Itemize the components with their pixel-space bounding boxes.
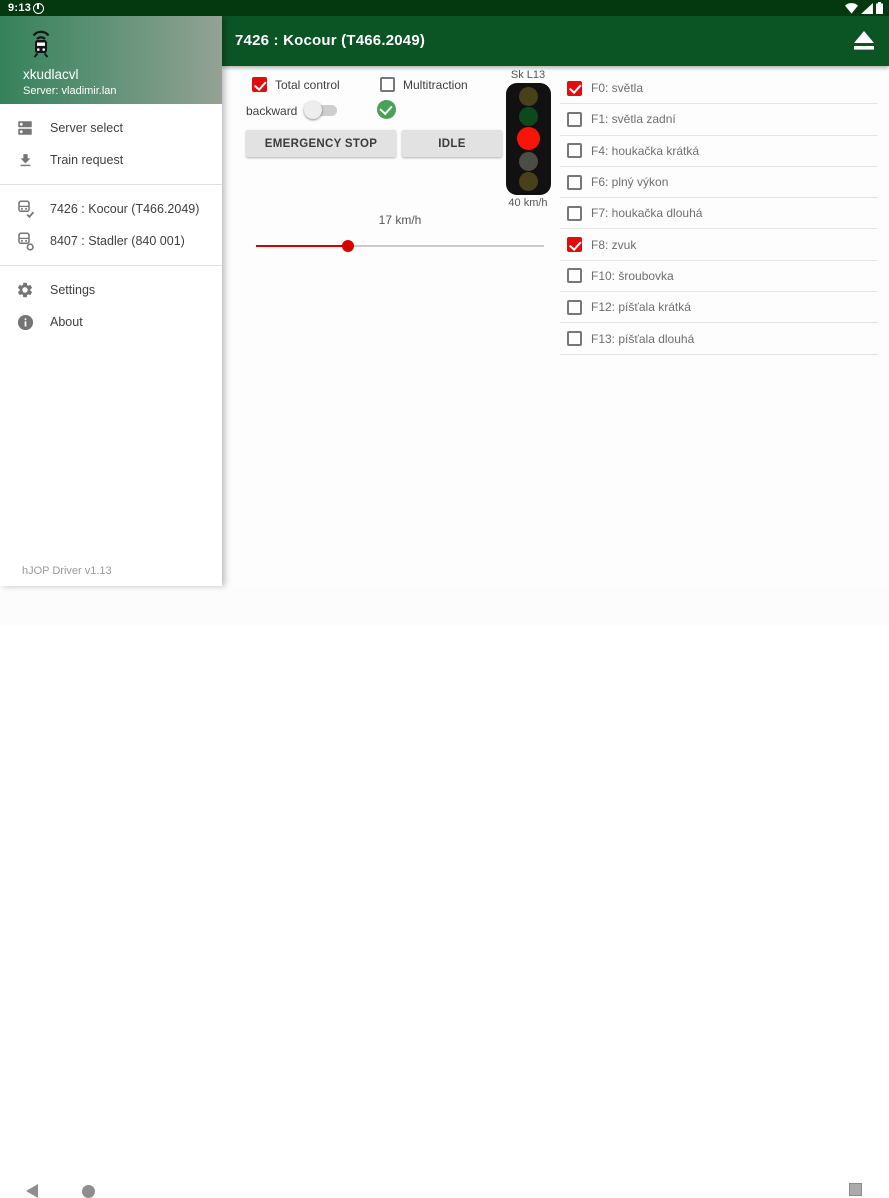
connection-ok-icon (377, 100, 396, 119)
page-title: 7426 : Kocour (T466.2049) (235, 16, 425, 66)
drawer-divider (0, 265, 222, 266)
function-row-f0[interactable]: F0: světla (560, 73, 878, 104)
app-version-label: hJOP Driver v1.13 (22, 565, 112, 577)
nav-back-button[interactable] (26, 1184, 38, 1198)
sidebar-item-label: Settings (50, 283, 95, 297)
emergency-stop-button[interactable]: EMERGENCY STOP (246, 130, 396, 157)
cell-signal-icon (861, 3, 873, 14)
total-control-checkbox[interactable] (252, 77, 267, 92)
nav-recents-button[interactable] (849, 1183, 862, 1196)
function-label: F12: píšťala krátká (591, 300, 691, 314)
speed-slider[interactable] (256, 238, 544, 254)
signal-mast (506, 83, 551, 195)
android-nav-bar (0, 586, 889, 625)
yellow-lamp-dim (519, 172, 538, 191)
total-control-checkbox-row[interactable]: Total control (252, 77, 340, 92)
function-row-f6[interactable]: F6: plný výkon (560, 167, 878, 198)
drawer-header: xkudlacvl Server: vladimir.lan (0, 16, 222, 104)
navigation-drawer: xkudlacvl Server: vladimir.lan Server se… (0, 16, 222, 586)
function-label: F1: světla zadní (591, 112, 676, 126)
function-label: F4: houkačka krátká (591, 144, 699, 158)
sidebar-item-loco-8407[interactable]: 8407 : Stadler (840 001) (0, 225, 222, 257)
function-checkbox-f6[interactable] (567, 175, 582, 190)
sidebar-item-label: Server select (50, 121, 123, 135)
function-list: F0: světla F1: světla zadní F4: houkačka… (560, 73, 878, 355)
sidebar-item-label: Train request (50, 153, 123, 167)
function-checkbox-f0[interactable] (567, 81, 582, 96)
function-label: F0: světla (591, 81, 643, 95)
function-row-f7[interactable]: F7: houkačka dlouhá (560, 198, 878, 229)
app-screen: 9:13 7426 : Kocour (T466.2049) xkud (0, 0, 889, 625)
server-icon (14, 117, 36, 139)
nav-home-button[interactable] (82, 1185, 95, 1198)
function-row-f12[interactable]: F12: píšťala krátká (560, 292, 878, 323)
sidebar-item-settings[interactable]: Settings (0, 274, 222, 306)
function-row-f4[interactable]: F4: houkačka krátká (560, 136, 878, 167)
download-icon (14, 149, 36, 171)
app-bar: 7426 : Kocour (T466.2049) (222, 16, 889, 66)
function-checkbox-f13[interactable] (567, 331, 582, 346)
multitraction-checkbox[interactable] (380, 77, 395, 92)
toggle-thumb[interactable] (304, 101, 322, 119)
train-check-icon (14, 198, 36, 220)
yellow-lamp-dim (519, 87, 538, 106)
function-row-f10[interactable]: F10: šroubovka (560, 261, 878, 292)
loco-control-panel: Total control Multitraction backward EME… (222, 66, 889, 586)
slider-thumb[interactable] (342, 240, 354, 252)
drawer-menu: Server select Train request (0, 112, 222, 338)
direction-toggle[interactable] (304, 100, 340, 120)
function-label: F10: šroubovka (591, 269, 674, 283)
function-checkbox-f12[interactable] (567, 300, 582, 315)
function-label: F13: píšťala dlouhá (591, 332, 694, 346)
drawer-server: Server: vladimir.lan (23, 85, 117, 97)
data-saver-icon (33, 3, 44, 14)
function-checkbox-f7[interactable] (567, 206, 582, 221)
function-row-f1[interactable]: F1: světla zadní (560, 104, 878, 135)
multitraction-checkbox-row[interactable]: Multitraction (380, 77, 468, 92)
function-checkbox-f8[interactable] (567, 237, 582, 252)
sidebar-item-label: About (50, 315, 83, 329)
battery-icon (876, 2, 883, 14)
red-lamp-lit (517, 127, 540, 150)
function-label: F7: houkačka dlouhá (591, 206, 702, 220)
drawer-username: xkudlacvl (23, 67, 79, 82)
multitraction-label: Multitraction (403, 78, 468, 92)
function-checkbox-f10[interactable] (567, 268, 582, 283)
white-lamp-dim (519, 152, 538, 171)
sidebar-item-label: 7426 : Kocour (T466.2049) (50, 202, 199, 216)
gear-icon (14, 279, 36, 301)
release-loco-button[interactable] (851, 29, 879, 53)
speed-value-label: 17 km/h (256, 213, 544, 227)
function-row-f8[interactable]: F8: zvuk (560, 229, 878, 260)
status-clock: 9:13 (8, 2, 31, 14)
drawer-divider (0, 184, 222, 185)
sidebar-item-about[interactable]: About (0, 306, 222, 338)
function-label: F6: plný výkon (591, 175, 668, 189)
signal-speed-label: 40 km/h (492, 197, 564, 209)
signal-indicator: Sk L13 40 km/h (492, 69, 564, 209)
sidebar-item-train-request[interactable]: Train request (0, 144, 222, 176)
android-status-bar: 9:13 (0, 0, 889, 16)
function-label: F8: zvuk (591, 238, 636, 252)
backward-label: backward (246, 104, 297, 118)
function-checkbox-f1[interactable] (567, 112, 582, 127)
idle-button[interactable]: IDLE (402, 130, 502, 157)
train-wifi-icon (29, 27, 53, 59)
train-circle-icon (14, 230, 36, 252)
info-icon (14, 311, 36, 333)
total-control-label: Total control (275, 78, 340, 92)
eject-icon (851, 29, 877, 53)
wifi-icon (845, 3, 858, 14)
green-lamp-dim (519, 107, 538, 126)
function-checkbox-f4[interactable] (567, 143, 582, 158)
sidebar-item-loco-7426[interactable]: 7426 : Kocour (T466.2049) (0, 193, 222, 225)
sidebar-item-server-select[interactable]: Server select (0, 112, 222, 144)
slider-fill (256, 245, 348, 247)
signal-name-label: Sk L13 (492, 69, 564, 81)
function-row-f13[interactable]: F13: píšťala dlouhá (560, 323, 878, 354)
sidebar-item-label: 8407 : Stadler (840 001) (50, 234, 185, 248)
